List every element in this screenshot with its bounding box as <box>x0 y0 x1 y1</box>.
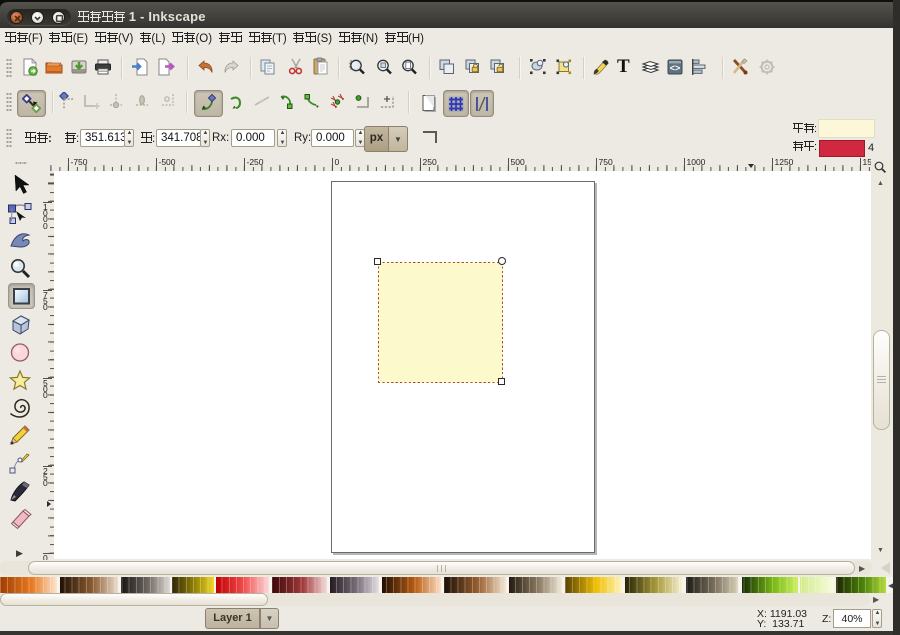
svg-text:<>: <> <box>670 63 681 73</box>
